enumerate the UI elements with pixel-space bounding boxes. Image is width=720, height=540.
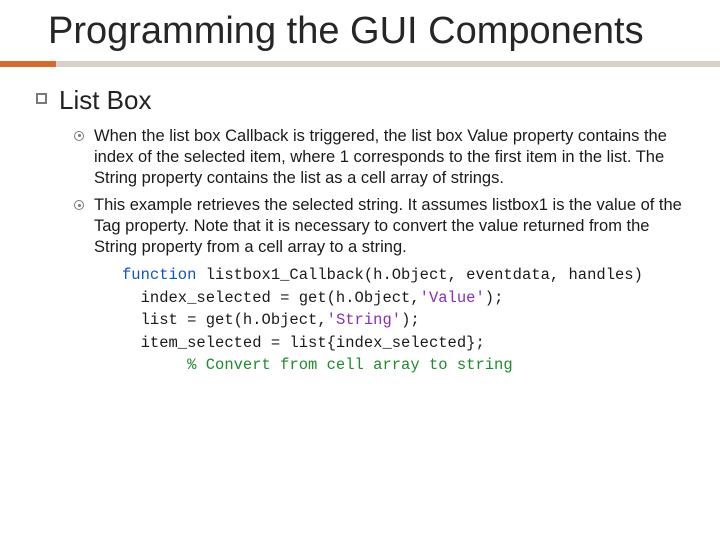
title-area: Programming the GUI Components	[0, 10, 720, 53]
code-string: 'Value'	[420, 289, 485, 307]
code-text: item_selected = list{index_selected};	[122, 334, 485, 352]
code-block: function listbox1_Callback(h.Object, eve…	[36, 258, 684, 376]
list-item: This example retrieves the selected stri…	[74, 195, 684, 258]
circle-bullet-icon	[74, 200, 84, 210]
sub-list: When the list box Callback is triggered,…	[36, 126, 684, 259]
code-comment: % Convert from cell array to string	[122, 356, 513, 374]
accent-bar	[0, 61, 56, 67]
code-string: 'String'	[327, 311, 401, 329]
code-text: );	[401, 311, 420, 329]
title-rule	[0, 61, 720, 67]
rule-bar	[56, 61, 720, 67]
list-item: List Box	[36, 85, 684, 116]
code-text: listbox1_Callback(h.Object, eventdata, h…	[196, 266, 642, 284]
square-bullet-icon	[36, 93, 47, 104]
section-heading: List Box	[59, 85, 152, 116]
body-text: This example retrieves the selected stri…	[94, 195, 684, 258]
list-item: When the list box Callback is triggered,…	[74, 126, 684, 189]
circle-bullet-icon	[74, 131, 84, 141]
slide-body: List Box When the list box Callback is t…	[0, 67, 720, 377]
code-text: list = get(h.Object,	[122, 311, 327, 329]
slide-title: Programming the GUI Components	[48, 10, 720, 53]
body-text: When the list box Callback is triggered,…	[94, 126, 684, 189]
code-text: index_selected = get(h.Object,	[122, 289, 420, 307]
slide: Programming the GUI Components List Box …	[0, 0, 720, 540]
code-text: );	[485, 289, 504, 307]
code-keyword: function	[122, 266, 196, 284]
